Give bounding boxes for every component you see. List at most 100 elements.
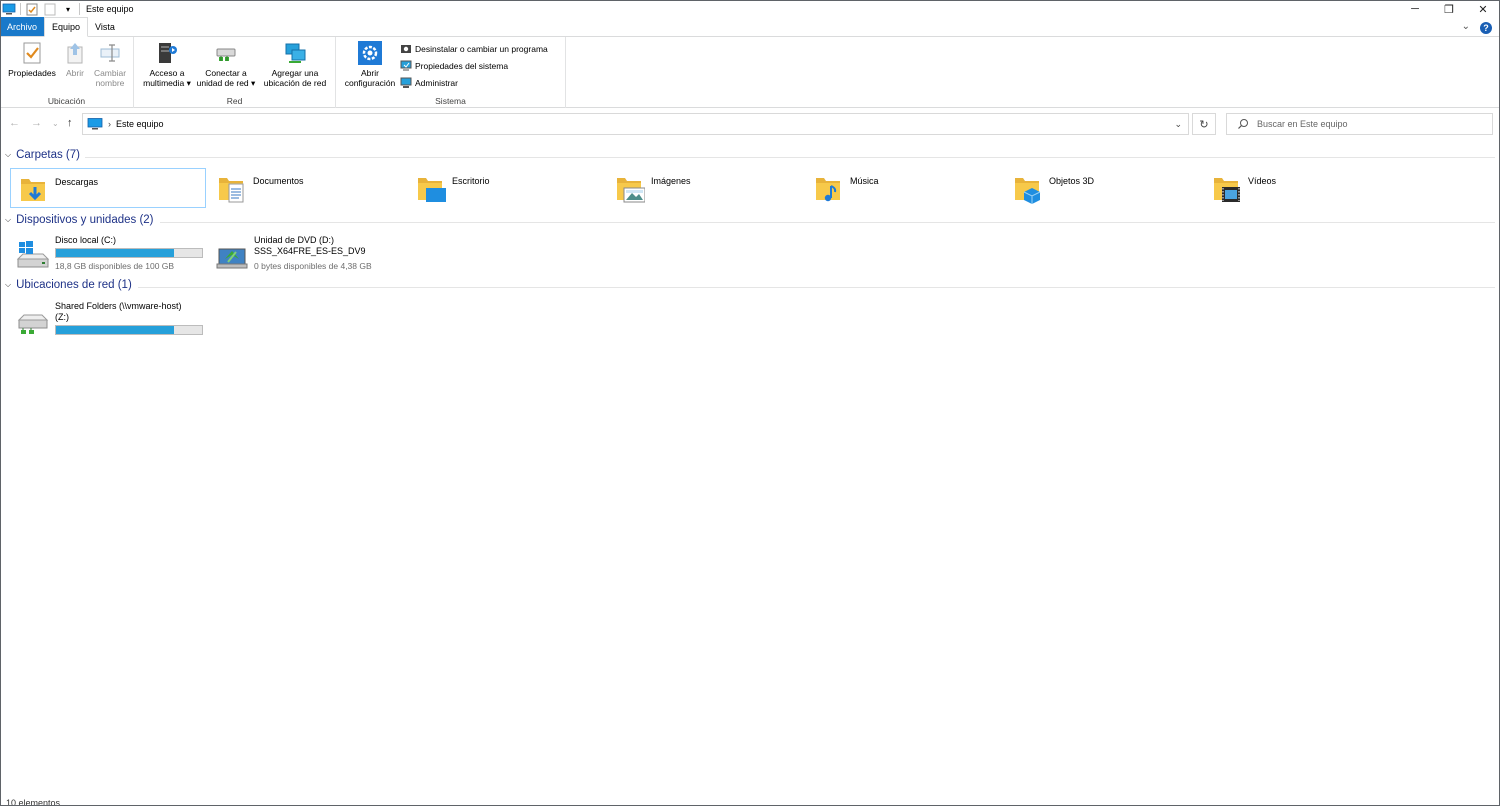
map-drive-label-2: unidad de red ▾ [196,78,256,88]
uninstall-label: Desinstalar o cambiar un programa [415,44,548,54]
uninstall-program-button[interactable]: Desinstalar o cambiar un programa [400,42,548,56]
windows-drive-icon [16,241,50,268]
close-button[interactable]: ✕ [1466,0,1500,18]
network-section-title: Ubicaciones de red (1) [16,279,132,291]
search-input[interactable] [1257,119,1487,129]
navigation-bar: ← → ⌄ ↑ › Este equipo ⌄ ↻ [0,113,1500,135]
manage-icon [400,77,412,88]
collapse-chevron-icon[interactable]: ⌵ [5,150,11,160]
folders-section-header[interactable]: ⌵ Carpetas (7) [5,149,80,161]
network-location-icon [283,41,307,65]
folder-escritorio[interactable]: Escritorio [408,168,604,208]
manage-label: Administrar [415,78,458,88]
section-divider [138,287,1495,288]
system-properties-label: Propiedades del sistema [415,61,509,71]
media-server-icon [155,41,179,65]
downloads-folder-icon [21,179,45,201]
search-box[interactable] [1226,113,1493,135]
rename-icon [98,41,122,65]
network-section-header[interactable]: ⌵ Ubicaciones de red (1) [5,279,132,291]
quick-access-toolbar: ▾ [0,0,84,18]
breadcrumb-separator-icon[interactable]: › [108,119,111,129]
documents-folder-icon [219,178,244,203]
group-title-ubicacion: Ubicación [47,96,86,106]
window-title: Este equipo [86,4,134,14]
help-icon[interactable]: ? [1480,22,1492,34]
folder-videos[interactable]: Vídeos [1204,168,1400,208]
breadcrumb-este-equipo[interactable]: Este equipo [116,119,164,129]
add-network-location-button[interactable]: Agregar una ubicación de red [258,41,332,88]
rename-button[interactable]: Cambiar nombre [91,41,129,88]
tab-archivo[interactable]: Archivo [0,17,45,36]
dvd-drive-icon [216,248,248,269]
settings-gear-icon [358,41,382,65]
devices-section-header[interactable]: ⌵ Dispositivos y unidades (2) [5,214,154,226]
address-bar[interactable]: › Este equipo ⌄ [82,113,1189,135]
properties-quick-icon[interactable] [25,2,39,16]
folder-imagenes[interactable]: Imágenes [607,168,803,208]
open-button[interactable]: Abrir [60,41,90,78]
properties-label: Propiedades [8,68,56,78]
properties-icon [20,41,44,65]
network-drive-z[interactable]: Shared Folders (\\vmware-host) (Z:) [11,301,207,341]
open-label: Abrir [66,68,84,78]
folder-musica[interactable]: Música [806,168,1002,208]
ribbon-collapse-chevron-icon[interactable]: ⌄ [1462,21,1470,32]
drive-name: Shared Folders (\\vmware-host) (Z:) [55,301,182,322]
collapse-chevron-icon[interactable]: ⌵ [5,280,11,290]
back-arrow-icon[interactable]: ← [9,117,20,129]
folders-section-title: Carpetas (7) [16,149,80,161]
tab-equipo[interactable]: Equipo [44,17,89,37]
properties-button[interactable]: Propiedades [5,41,59,78]
maximize-button[interactable]: ❐ [1432,0,1466,18]
map-drive-label-1: Conectar a [205,68,247,78]
devices-section-title: Dispositivos y unidades (2) [16,214,154,226]
computer-icon [87,118,103,130]
drive-usage-fill [56,326,175,334]
drive-usage-bar [55,248,203,258]
system-properties-button[interactable]: Propiedades del sistema [400,59,508,73]
up-arrow-icon[interactable]: ↑ [67,117,73,129]
recent-locations-chevron-icon[interactable]: ⌄ [52,119,59,128]
customize-dropdown-icon[interactable]: ▾ [61,2,75,16]
media-access-button[interactable]: Acceso a multimedia ▾ [138,41,196,88]
folder-label: Imágenes [651,176,691,186]
forward-arrow-icon[interactable]: → [31,117,42,129]
network-drive-icon [214,41,238,65]
minimize-button[interactable]: ─ [1398,0,1432,18]
search-icon [1238,119,1248,129]
folder-label: Descargas [55,177,99,187]
folder-objetos-3d[interactable]: Objetos 3D [1005,168,1201,208]
folder-label: Documentos [253,176,304,186]
system-properties-icon [400,60,412,71]
devices-section: ⌵ Dispositivos y unidades (2) Disco loca… [0,213,1500,279]
folders-section: ⌵ Carpetas (7) Descargas Documentos Escr… [0,148,1500,212]
title-bar: ▾ Este equipo ─ ❐ ✕ [0,0,1500,18]
window-controls: ─ ❐ ✕ [1398,0,1500,18]
manage-button[interactable]: Administrar [400,76,458,90]
media-access-label-2: multimedia ▾ [143,78,191,88]
drive-name: Unidad de DVD (D:) SSS_X64FRE_ES-ES_DV9 [254,235,366,256]
folder-descargas[interactable]: Descargas [10,168,206,208]
tab-vista[interactable]: Vista [88,17,122,36]
rename-label-1: Cambiar [93,68,127,78]
open-settings-button[interactable]: Abrir configuración [338,41,402,88]
drive-usage-fill [56,249,175,257]
desktop-folder-icon [418,178,446,202]
ribbon-tabs: Archivo Equipo Vista [0,17,1500,37]
drive-free-space: 0 bytes disponibles de 4,38 GB [254,261,372,271]
videos-folder-icon [1214,178,1240,202]
collapse-chevron-icon[interactable]: ⌵ [5,215,11,225]
drive-c[interactable]: Disco local (C:) 18,8 GB disponibles de … [11,235,207,275]
3d-objects-folder-icon [1015,178,1041,204]
folder-documentos[interactable]: Documentos [209,168,405,208]
network-drive-icon [17,314,49,334]
new-folder-quick-icon[interactable] [43,2,57,16]
map-network-drive-button[interactable]: Conectar a unidad de red ▾ [194,41,258,88]
address-dropdown-icon[interactable]: ⌄ [1174,119,1182,130]
uninstall-icon [401,45,411,53]
status-item-count: 10 elementos [6,798,61,806]
ribbon: Propiedades Abrir Cambiar nombre Ubicaci… [0,37,1500,108]
drive-d-dvd[interactable]: Unidad de DVD (D:) SSS_X64FRE_ES-ES_DV9 0… [210,235,406,275]
refresh-button[interactable]: ↻ [1192,113,1216,135]
